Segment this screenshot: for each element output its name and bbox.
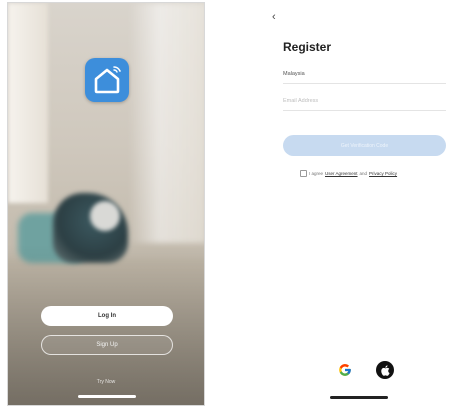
home-indicator[interactable] [330, 396, 388, 399]
signup-button[interactable]: Sign Up [41, 335, 173, 355]
chevron-left-icon[interactable]: ‹ [272, 12, 276, 23]
agree-text: I agree [309, 171, 324, 176]
agree-and-text: and [359, 171, 368, 176]
agree-checkbox[interactable] [300, 170, 307, 177]
email-field[interactable]: Email Address [283, 98, 318, 104]
register-screen: ‹ Register Malaysia Email Address Get Ve… [266, 2, 457, 406]
page-title: Register [283, 40, 332, 54]
login-screen: Log In Sign Up Try Now [7, 2, 205, 406]
country-underline [283, 83, 446, 84]
user-agreement-link[interactable]: User Agreement [325, 171, 358, 176]
google-icon[interactable] [337, 362, 353, 378]
try-now-link[interactable]: Try Now [8, 379, 204, 385]
login-button[interactable]: Log In [41, 306, 173, 326]
email-underline [283, 110, 446, 111]
home-indicator[interactable] [78, 395, 136, 398]
apple-icon[interactable] [376, 361, 394, 379]
privacy-policy-link[interactable]: Privacy Policy [369, 171, 397, 176]
country-selector[interactable]: Malaysia [283, 71, 305, 77]
smart-home-icon [85, 58, 129, 102]
agreement-row: I agree User Agreement and Privacy Polic… [300, 170, 397, 177]
get-verification-code-button[interactable]: Get Verification Code [283, 135, 446, 156]
